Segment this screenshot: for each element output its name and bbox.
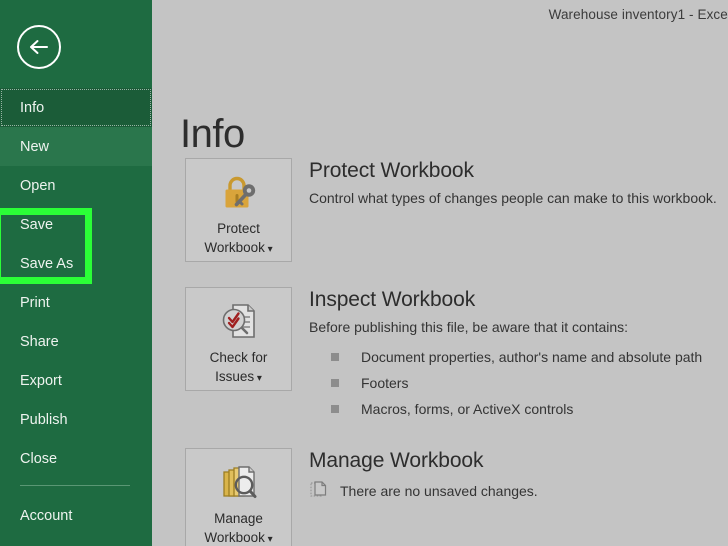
window-title: Warehouse inventory1 - Excel: [549, 7, 728, 22]
sidebar-item-label: Print: [20, 295, 50, 311]
list-item: Document properties, author's name and a…: [309, 344, 728, 370]
sidebar-item-account[interactable]: Account: [0, 496, 152, 535]
section-heading: Inspect Workbook: [309, 287, 728, 313]
chevron-down-icon: ▾: [254, 373, 262, 384]
list-item: Footers: [309, 370, 728, 396]
inspect-findings-list: Document properties, author's name and a…: [309, 344, 728, 422]
lock-key-icon: [217, 172, 261, 214]
sidebar-item-print[interactable]: Print: [0, 283, 152, 322]
info-pane: Info Protect Workbook: [152, 28, 728, 546]
sidebar-item-save-as[interactable]: Save As: [0, 244, 152, 283]
page-title: Info: [180, 114, 245, 154]
check-for-issues-button[interactable]: Check for Issues ▾: [185, 287, 292, 391]
sidebar-item-label: Share: [20, 334, 59, 350]
list-item-label: Document properties, author's name and a…: [361, 344, 702, 370]
status-text: There are no unsaved changes.: [340, 483, 538, 499]
list-item: Macros, forms, or ActiveX controls: [309, 396, 728, 422]
sidebar-item-feedback[interactable]: Feedback: [0, 535, 152, 546]
excel-backstage-view: Warehouse inventory1 - Excel Info New Op…: [0, 0, 728, 546]
ghost-document-icon: [309, 480, 328, 502]
sidebar-divider: [20, 485, 130, 486]
protect-workbook-button[interactable]: Protect Workbook ▾: [185, 158, 292, 262]
protect-workbook-details: Protect Workbook Control what types of c…: [309, 158, 728, 208]
section-heading: Manage Workbook: [309, 448, 728, 474]
back-button[interactable]: [17, 25, 61, 69]
sidebar-item-label: Info: [20, 100, 44, 116]
list-item-label: Macros, forms, or ActiveX controls: [361, 396, 573, 422]
sidebar-item-export[interactable]: Export: [0, 361, 152, 400]
bullet-square-icon: [331, 379, 339, 387]
manage-workbook-label: Manage Workbook ▾: [204, 509, 272, 546]
unsaved-changes-status: There are no unsaved changes.: [309, 480, 728, 502]
inspect-workbook-details: Inspect Workbook Before publishing this …: [309, 287, 728, 422]
check-for-issues-label: Check for Issues ▾: [210, 348, 268, 388]
chevron-down-icon: ▾: [265, 244, 273, 255]
manage-workbook-details: Manage Workbook There are no unsaved cha…: [309, 448, 728, 502]
sidebar-item-label: Open: [20, 178, 55, 194]
sidebar-item-label: New: [20, 139, 49, 155]
backstage-sidebar: Info New Open Save Save As Print Share E…: [0, 0, 152, 546]
sidebar-nav: Info New Open Save Save As Print Share E…: [0, 88, 152, 546]
sidebar-item-label: Publish: [20, 412, 68, 428]
sidebar-item-open[interactable]: Open: [0, 166, 152, 205]
sidebar-item-share[interactable]: Share: [0, 322, 152, 361]
manage-versions-icon: [216, 462, 262, 504]
section-description: Control what types of changes people can…: [309, 189, 728, 208]
sidebar-item-close[interactable]: Close: [0, 439, 152, 478]
sidebar-item-info[interactable]: Info: [0, 88, 152, 127]
list-item-label: Footers: [361, 370, 408, 396]
back-arrow-icon: [28, 39, 50, 55]
chevron-down-icon: ▾: [265, 534, 273, 545]
sidebar-item-label: Save As: [20, 256, 73, 272]
manage-workbook-button[interactable]: Manage Workbook ▾: [185, 448, 292, 546]
title-bar: Warehouse inventory1 - Excel: [152, 0, 728, 28]
protect-workbook-label: Protect Workbook ▾: [204, 219, 272, 259]
sidebar-item-label: Close: [20, 451, 57, 467]
sidebar-item-new[interactable]: New: [0, 127, 152, 166]
bullet-square-icon: [331, 353, 339, 361]
sidebar-item-label: Account: [20, 508, 72, 524]
document-inspect-icon: [217, 301, 261, 343]
section-description: Before publishing this file, be aware th…: [309, 318, 728, 337]
sidebar-item-label: Save: [20, 217, 53, 233]
bullet-square-icon: [331, 405, 339, 413]
sidebar-item-save[interactable]: Save: [0, 205, 152, 244]
sidebar-item-label: Export: [20, 373, 62, 389]
sidebar-item-publish[interactable]: Publish: [0, 400, 152, 439]
section-heading: Protect Workbook: [309, 158, 728, 184]
